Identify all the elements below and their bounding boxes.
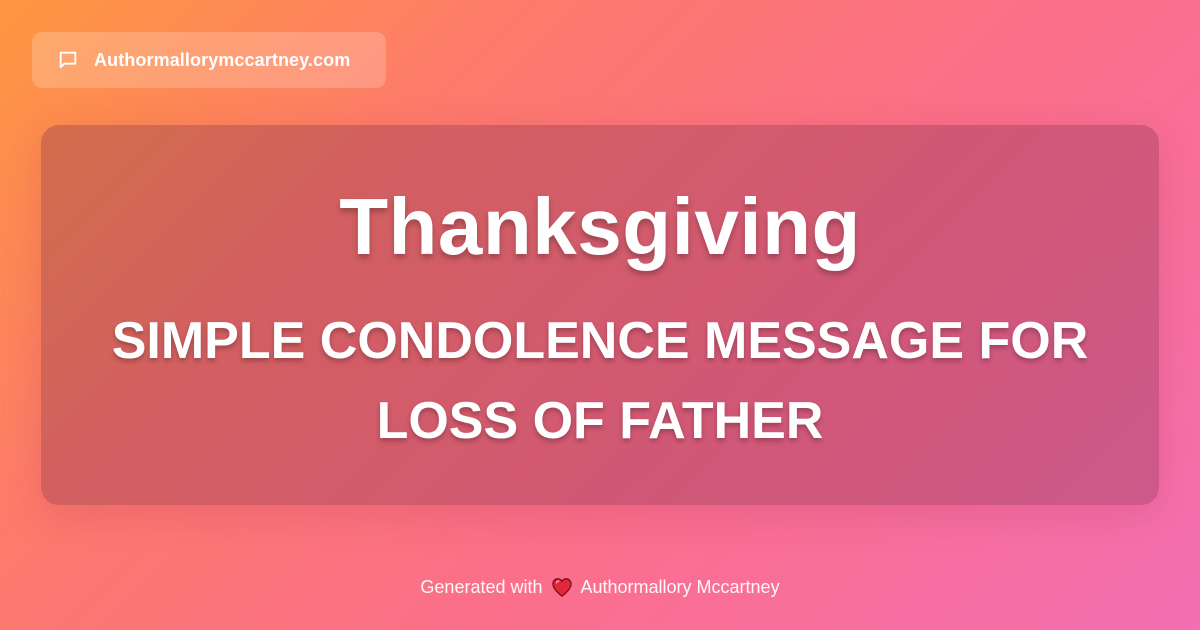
- title-card: Thanksgiving SIMPLE CONDOLENCE MESSAGE F…: [41, 125, 1159, 505]
- heart-icon: [551, 576, 573, 598]
- site-badge[interactable]: Authormallorymccartney.com: [32, 32, 386, 88]
- page-title: Thanksgiving: [339, 182, 861, 271]
- footer-author: Authormallory Mccartney: [580, 576, 780, 597]
- footer-credit: Generated with Authormallory Mccartney: [0, 574, 1200, 600]
- chat-bubble-icon: [56, 48, 80, 72]
- page-subtitle: SIMPLE CONDOLENCE MESSAGE FOR LOSS OF FA…: [111, 312, 1089, 450]
- site-name: Authormallorymccartney.com: [94, 49, 351, 70]
- footer-prefix: Generated with: [420, 576, 543, 597]
